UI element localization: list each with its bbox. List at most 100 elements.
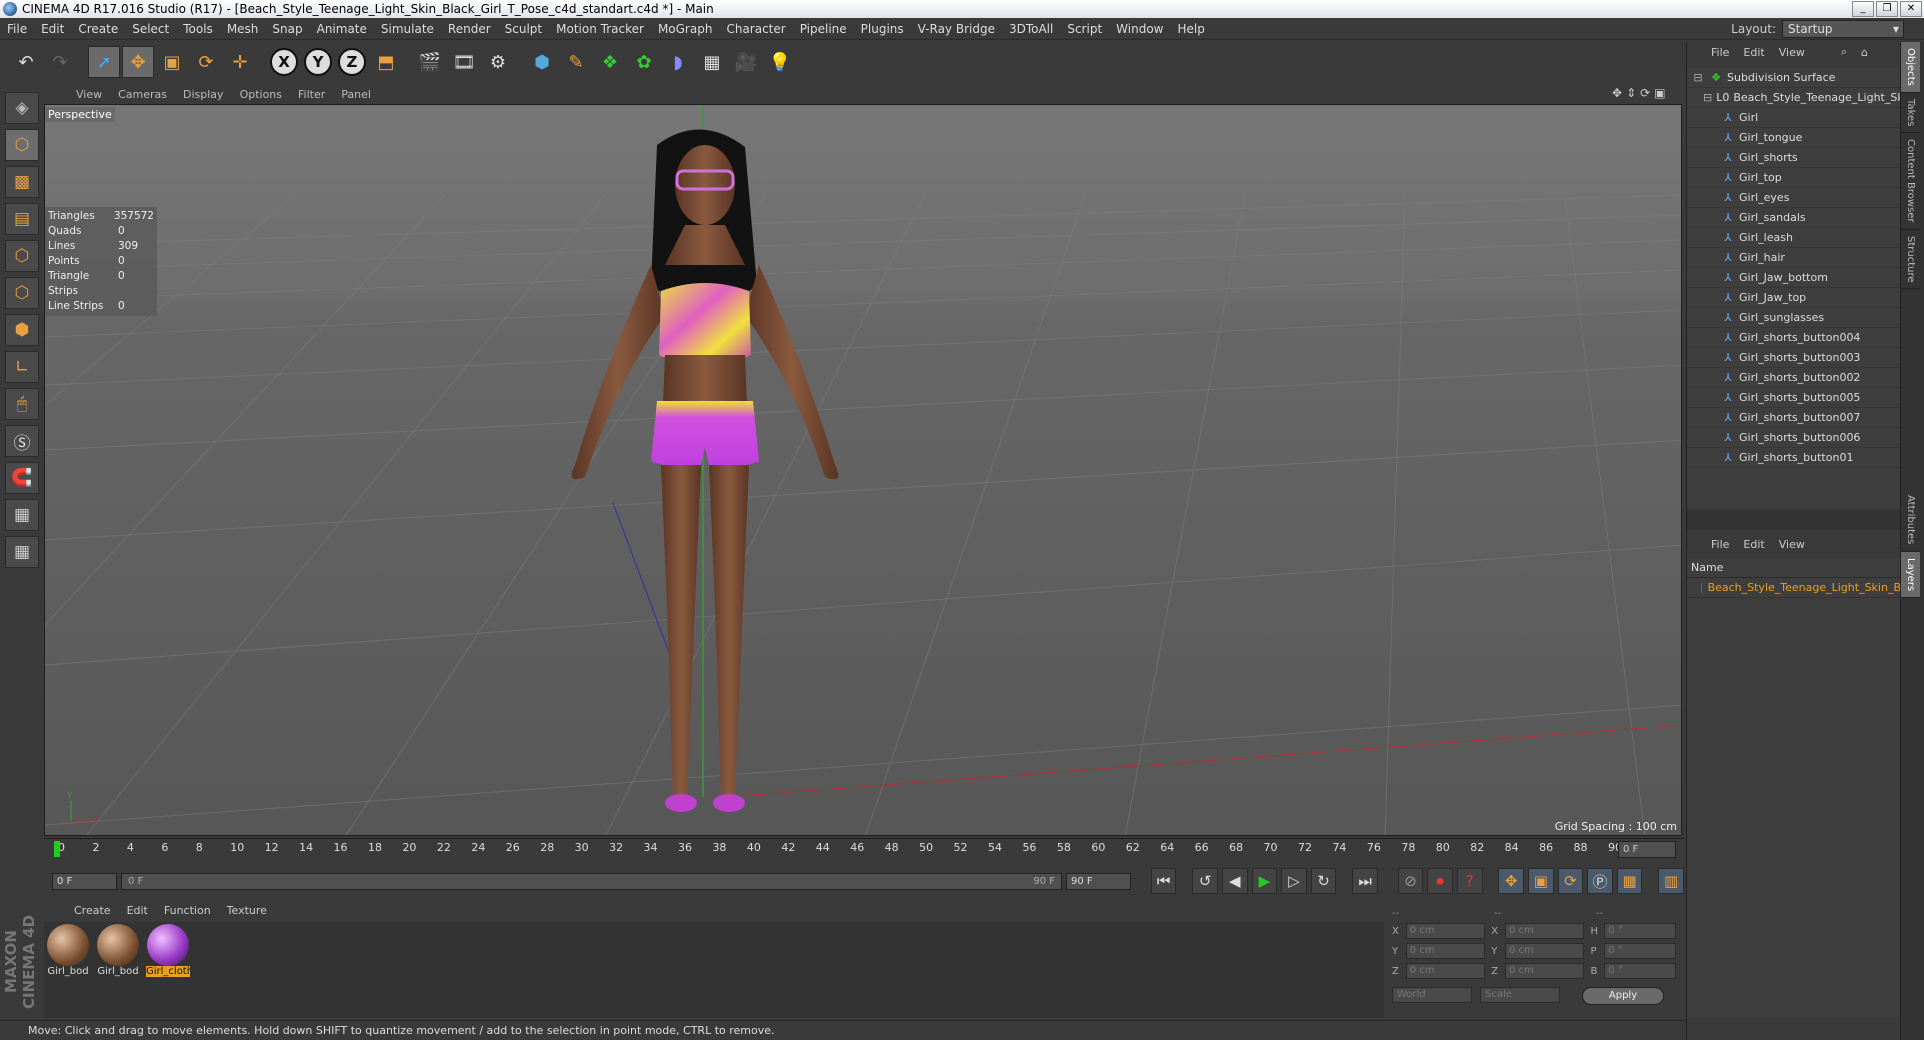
pan-icon[interactable]: ✥	[1612, 86, 1622, 100]
workplane-icon[interactable]: ▤	[5, 203, 39, 235]
object-menu-file[interactable]: File	[1711, 46, 1729, 59]
y-axis-lock-icon[interactable]: Y	[302, 46, 334, 78]
make-editable-icon[interactable]: ◈	[5, 92, 39, 124]
restore-button[interactable]: ❐	[1876, 1, 1898, 17]
render-view-icon[interactable]: 🎬	[414, 46, 446, 78]
orbit-icon[interactable]: ⟳	[1640, 86, 1650, 100]
tree-item-root[interactable]: ⊟ ❖ Subdivision Surface	[1687, 68, 1901, 88]
cube-primitive-icon[interactable]: ⬢	[526, 46, 558, 78]
menu-tools[interactable]: Tools	[176, 22, 220, 36]
key-pla-icon[interactable]: ▦	[1616, 868, 1643, 894]
layer-item[interactable]: Beach_Style_Teenage_Light_Skin_B	[1687, 578, 1901, 598]
next-frame-icon[interactable]: ▷	[1281, 868, 1307, 894]
tree-item-object[interactable]: ⅄ Girl_Jaw_top	[1687, 288, 1901, 308]
tree-item-object[interactable]: ⅄ Girl_eyes	[1687, 188, 1901, 208]
object-tree-scrollbar[interactable]	[1687, 510, 1901, 530]
tree-item-object[interactable]: ⅄ Girl_shorts_button005	[1687, 388, 1901, 408]
menu-mesh[interactable]: Mesh	[220, 22, 266, 36]
playhead-marker[interactable]	[54, 841, 60, 857]
rotate-tool-icon[interactable]: ⟳	[190, 46, 222, 78]
material-item[interactable]: Girl_cloth	[146, 924, 190, 1016]
light-icon[interactable]: 💡	[764, 46, 796, 78]
menu-file[interactable]: File	[0, 22, 34, 36]
planar-workplane-icon[interactable]: ▦	[5, 536, 39, 568]
key-scale-icon[interactable]: ▣	[1528, 868, 1554, 894]
material-menu-function[interactable]: Function	[156, 904, 219, 917]
min-frame-field[interactable]: 0 F	[52, 872, 118, 890]
workplane-lock-icon[interactable]: ▦	[5, 499, 39, 531]
menu-pipeline[interactable]: Pipeline	[793, 22, 854, 36]
menu-3dtoall[interactable]: 3DToAll	[1002, 22, 1060, 36]
layout-dropdown[interactable]: Startup	[1782, 20, 1904, 38]
transform-mode-dropdown[interactable]: Scale	[1480, 987, 1560, 1003]
tab-structure[interactable]: Structure	[1901, 230, 1920, 290]
timeline-ruler[interactable]: 0 2 4 6 8 10 12 14 16 18 20 22 24 26 28 30 32 34 36 38 40 42 4…	[44, 838, 1684, 860]
current-frame-field[interactable]: 0 F	[1618, 841, 1676, 858]
rotation-b-field[interactable]: 0 °	[1604, 963, 1676, 979]
goto-start-icon[interactable]: ⏮	[1150, 868, 1177, 894]
viewport-camera-label[interactable]: Perspective	[45, 107, 115, 122]
texture-mode-icon[interactable]: ▩	[5, 166, 39, 198]
3d-viewport[interactable]: Y X Perspective Triangles 357572 Quads 0 L…	[44, 104, 1682, 836]
timeline-window-icon[interactable]: ▥	[1658, 868, 1684, 894]
tree-item-object[interactable]: ⅄ Girl_sunglasses	[1687, 308, 1901, 328]
tree-item-object[interactable]: ⅄ Girl_shorts_button007	[1687, 408, 1901, 428]
scale-tool-icon[interactable]: ▣	[156, 46, 188, 78]
frame-range-slider[interactable]: 0 F 90 F	[121, 872, 1062, 890]
edges-mode-icon[interactable]: ⬡	[5, 277, 39, 309]
menu-render[interactable]: Render	[441, 22, 498, 36]
key-parameter-icon[interactable]: Ⓟ	[1587, 868, 1613, 894]
menu-simulate[interactable]: Simulate	[374, 22, 441, 36]
minimize-button[interactable]: _	[1852, 1, 1874, 17]
position-z-field[interactable]: 0 cm	[1405, 963, 1486, 979]
expand-icon[interactable]: ⊟	[1691, 71, 1705, 84]
tree-item-group[interactable]: ⊟ L0 Beach_Style_Teenage_Light_Skin_	[1687, 88, 1919, 108]
rotation-h-field[interactable]: 0 °	[1604, 923, 1676, 939]
viewport-menu-panel[interactable]: Panel	[333, 88, 379, 101]
search-icon[interactable]: ⌕	[1841, 45, 1847, 59]
tree-item-object[interactable]: ⅄ Girl_top	[1687, 168, 1901, 188]
tab-content-browser[interactable]: Content Browser	[1901, 133, 1920, 230]
key-position-icon[interactable]: ✥	[1498, 868, 1524, 894]
menu-mograph[interactable]: MoGraph	[651, 22, 720, 36]
goto-end-icon[interactable]: ⏭	[1352, 868, 1378, 894]
menu-character[interactable]: Character	[719, 22, 792, 36]
position-x-field[interactable]: 0 cm	[1405, 923, 1486, 939]
tree-item-object[interactable]: ⅄ Girl_shorts_button01	[1687, 448, 1901, 468]
redo-icon[interactable]: ↷	[44, 46, 76, 78]
model-mode-icon[interactable]: ⬡	[5, 129, 39, 161]
autokey-icon[interactable]: ⏺	[1427, 868, 1453, 894]
render-picture-viewer-icon[interactable]: 🎞	[448, 46, 480, 78]
viewport-menu-display[interactable]: Display	[175, 88, 232, 101]
menu-plugins[interactable]: Plugins	[854, 22, 911, 36]
record-keys-icon[interactable]: ⊘	[1397, 868, 1424, 894]
undo-icon[interactable]: ↶	[10, 46, 42, 78]
material-item[interactable]: Girl_bod	[46, 924, 90, 1016]
subdivision-surface-icon[interactable]: ❖	[594, 46, 626, 78]
menu-select[interactable]: Select	[125, 22, 176, 36]
next-key-icon[interactable]: ↻	[1310, 868, 1337, 894]
position-y-field[interactable]: 0 cm	[1405, 943, 1486, 959]
viewport-menu-view[interactable]: View	[68, 88, 110, 101]
polygons-mode-icon[interactable]: ⬢	[5, 314, 39, 346]
cloner-icon[interactable]: ✿	[628, 46, 660, 78]
axis-mode-icon[interactable]: ∟	[5, 351, 39, 383]
coordinate-system-icon[interactable]: ⬒	[370, 46, 402, 78]
tree-item-object[interactable]: ⅄ Girl_hair	[1687, 248, 1901, 268]
tree-item-object[interactable]: ⅄ Girl_sandals	[1687, 208, 1901, 228]
menu-sculpt[interactable]: Sculpt	[498, 22, 549, 36]
floor-scene-icon[interactable]: ▦	[696, 46, 728, 78]
tree-item-object[interactable]: ⅄ Girl_shorts	[1687, 148, 1901, 168]
z-axis-lock-icon[interactable]: Z	[336, 46, 368, 78]
tree-item-object[interactable]: ⅄ Girl_shorts_button004	[1687, 328, 1901, 348]
previous-frame-icon[interactable]: ◀	[1221, 868, 1248, 894]
x-axis-lock-icon[interactable]: X	[268, 46, 300, 78]
viewport-menu-options[interactable]: Options	[232, 88, 290, 101]
keyframe-selection-icon[interactable]: ?	[1456, 868, 1483, 894]
size-z-field[interactable]: 0 cm	[1504, 963, 1585, 979]
key-rotation-icon[interactable]: ⟳	[1557, 868, 1584, 894]
tab-objects[interactable]: Objects	[1901, 42, 1920, 93]
layer-menu-file[interactable]: File	[1711, 538, 1729, 551]
viewport-menu-cameras[interactable]: Cameras	[110, 88, 175, 101]
max-frame-field[interactable]: 90 F	[1066, 872, 1132, 890]
